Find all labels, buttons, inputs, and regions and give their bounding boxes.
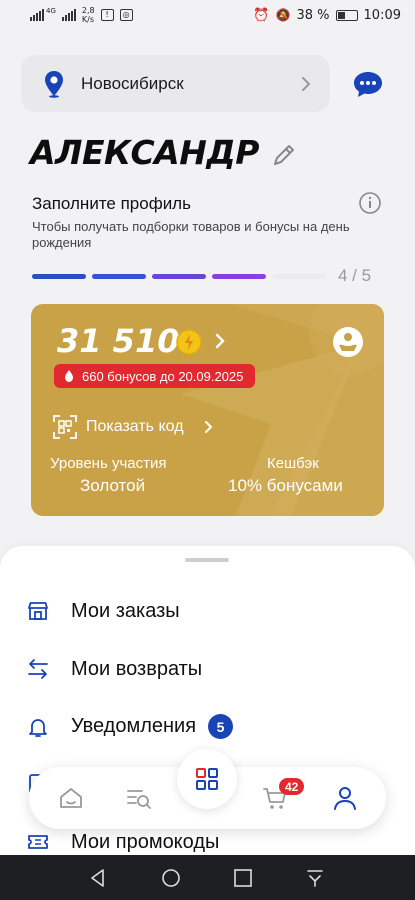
chevron-right-icon[interactable] [204,420,214,434]
profile-progress-count: 4 / 5 [338,266,372,285]
notifications-count-badge: 5 [208,714,234,739]
show-code-button[interactable]: Показать код [86,418,184,436]
sheet-drag-handle[interactable] [185,558,229,562]
fill-profile-title[interactable]: Заполните профиль [32,194,191,214]
net-speed: 2,8 K/s [82,6,95,24]
notification-icon: ! [100,9,114,21]
pencil-icon[interactable] [270,142,298,170]
progress-segment [92,274,146,279]
level-label: Уровень участия [50,455,167,472]
chevron-right-icon[interactable] [214,333,226,349]
clock: 10:09 [363,7,401,23]
menu-item-label: Мои возвраты [71,657,203,680]
mute-icon: 🔕 [275,8,291,22]
info-icon[interactable] [358,191,382,215]
bonus-card[interactable]: 31 510 660 бонусов до 20.09.2025 Показат… [31,304,384,516]
menu-item-label: Уведомления [71,715,197,737]
battery-percent: 38 % [296,7,330,23]
signal-icon-2 [61,9,76,21]
catalog-button[interactable] [177,749,237,809]
city-name: Новосибирск [81,73,184,93]
flame-icon [65,370,73,382]
menu-item-label: Мои заказы [71,599,180,622]
loyalty-hand-icon[interactable] [332,326,364,358]
chevron-right-icon [302,76,311,91]
progress-segment [152,274,206,279]
location-pin-icon [45,70,63,98]
catalog-search-icon[interactable] [125,784,153,812]
cart-count-badge: 42 [279,778,305,795]
net-speed-unit: K/s [81,15,94,24]
expiring-bonus-badge: 660 бонусов до 20.09.2025 [54,364,256,388]
progress-segment [32,274,86,279]
coin-icon [176,329,202,355]
bell-icon [29,718,47,737]
progress-segment [272,274,326,279]
home-circle-icon[interactable] [160,867,182,889]
ticket-icon [28,835,48,849]
city-selector[interactable]: Новосибирск [21,55,330,112]
alarm-icon: ⏰ [253,7,270,23]
signal-icon [30,9,44,21]
profile-icon[interactable] [331,784,359,812]
shop-box-icon [28,602,48,620]
bottom-navigation: 42 [29,749,386,829]
status-bar: 4G 2,8 K/s ! ◎ ⏰ 🔕 38 % 10:09 [0,0,415,30]
cashback-value: 10% бонусами [228,476,343,495]
progress-segment [212,274,266,279]
level-value: Золотой [80,476,146,495]
network-type: 4G [46,7,56,15]
fill-profile-subtitle: Чтобы получать подборки товаров и бонусы… [32,219,350,250]
qr-code-icon[interactable] [53,415,77,439]
system-navigation-bar [0,855,415,900]
recents-icon[interactable] [232,867,254,889]
menu-item-returns[interactable]: Мои возвраты [26,657,202,681]
bonus-points[interactable]: 31 510 [57,322,179,360]
user-name: АЛЕКСАНДР [30,133,259,172]
cashback-label: Кешбэк [267,455,319,472]
menu-item-promocodes[interactable]: Мои промокоды [26,830,219,854]
menu-item-label: Мои промокоды [71,830,220,853]
menu-item-notifications[interactable]: Уведомления 5 [26,714,234,739]
return-arrow-icon [28,659,48,679]
home-icon[interactable] [57,784,85,812]
menu-item-orders[interactable]: Мои заказы [26,599,180,623]
expiring-bonus-text: 660 бонусов до 20.09.2025 [82,368,244,384]
app-notification-icon: ◎ [119,9,133,21]
profile-progress-bar [32,274,326,279]
grid-icon [196,768,218,790]
net-speed-value: 2,8 [81,6,95,15]
notifications-pull-icon[interactable] [304,867,326,889]
back-icon[interactable] [87,867,109,889]
battery-icon [335,9,358,21]
chat-icon[interactable] [352,70,384,98]
